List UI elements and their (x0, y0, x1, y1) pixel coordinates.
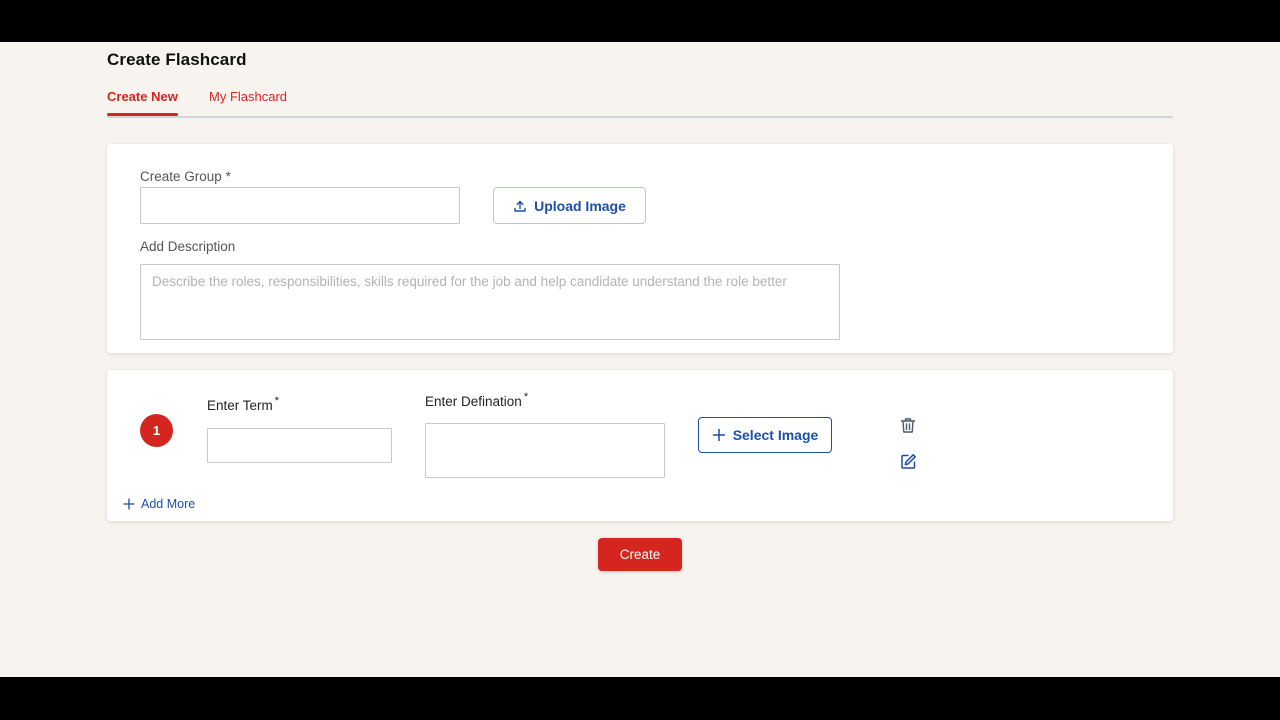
upload-icon (513, 199, 527, 213)
tab-create-new[interactable]: Create New (107, 89, 178, 116)
definition-textarea[interactable] (425, 423, 665, 478)
letterbox-top (0, 0, 1280, 42)
app-container: Create Flashcard Create New My Flashcard… (0, 42, 1280, 677)
enter-term-label-text: Enter Term (207, 398, 273, 413)
edit-icon[interactable] (898, 451, 918, 471)
enter-term-label: Enter Term * (207, 395, 280, 413)
trash-icon[interactable] (898, 415, 918, 435)
upload-image-label: Upload Image (534, 197, 626, 214)
enter-definition-label: Enter Defination * (425, 391, 529, 409)
letterbox-bottom (0, 677, 1280, 720)
select-image-label: Select Image (732, 427, 819, 443)
tab-bar: Create New My Flashcard (107, 88, 1173, 118)
create-group-label-text: Create Group (140, 169, 222, 184)
add-description-label: Add Description (140, 239, 236, 254)
create-button[interactable]: Create (598, 538, 682, 571)
create-group-label: Create Group * (140, 169, 231, 184)
tab-my-flashcard[interactable]: My Flashcard (209, 89, 287, 104)
add-more-link[interactable]: Add More (123, 497, 195, 511)
select-image-button[interactable]: Select Image (698, 417, 832, 453)
group-card: Create Group * Upload Image Add Descript… (107, 144, 1173, 353)
required-mark: * (225, 169, 231, 184)
description-textarea[interactable] (140, 264, 840, 340)
term-input[interactable] (207, 428, 392, 463)
page-title: Create Flashcard (107, 50, 247, 69)
create-group-input[interactable] (140, 187, 460, 224)
plus-icon (123, 498, 135, 510)
flashcard-term-card: 1 Enter Term * Enter Defination * Select I… (107, 370, 1173, 521)
upload-image-button[interactable]: Upload Image (493, 187, 646, 224)
enter-definition-label-text: Enter Defination (425, 394, 522, 409)
required-mark: * (523, 391, 529, 403)
plus-icon (712, 428, 726, 442)
add-more-label: Add More (141, 497, 196, 511)
required-mark: * (274, 395, 280, 407)
card-number-badge: 1 (140, 414, 173, 447)
